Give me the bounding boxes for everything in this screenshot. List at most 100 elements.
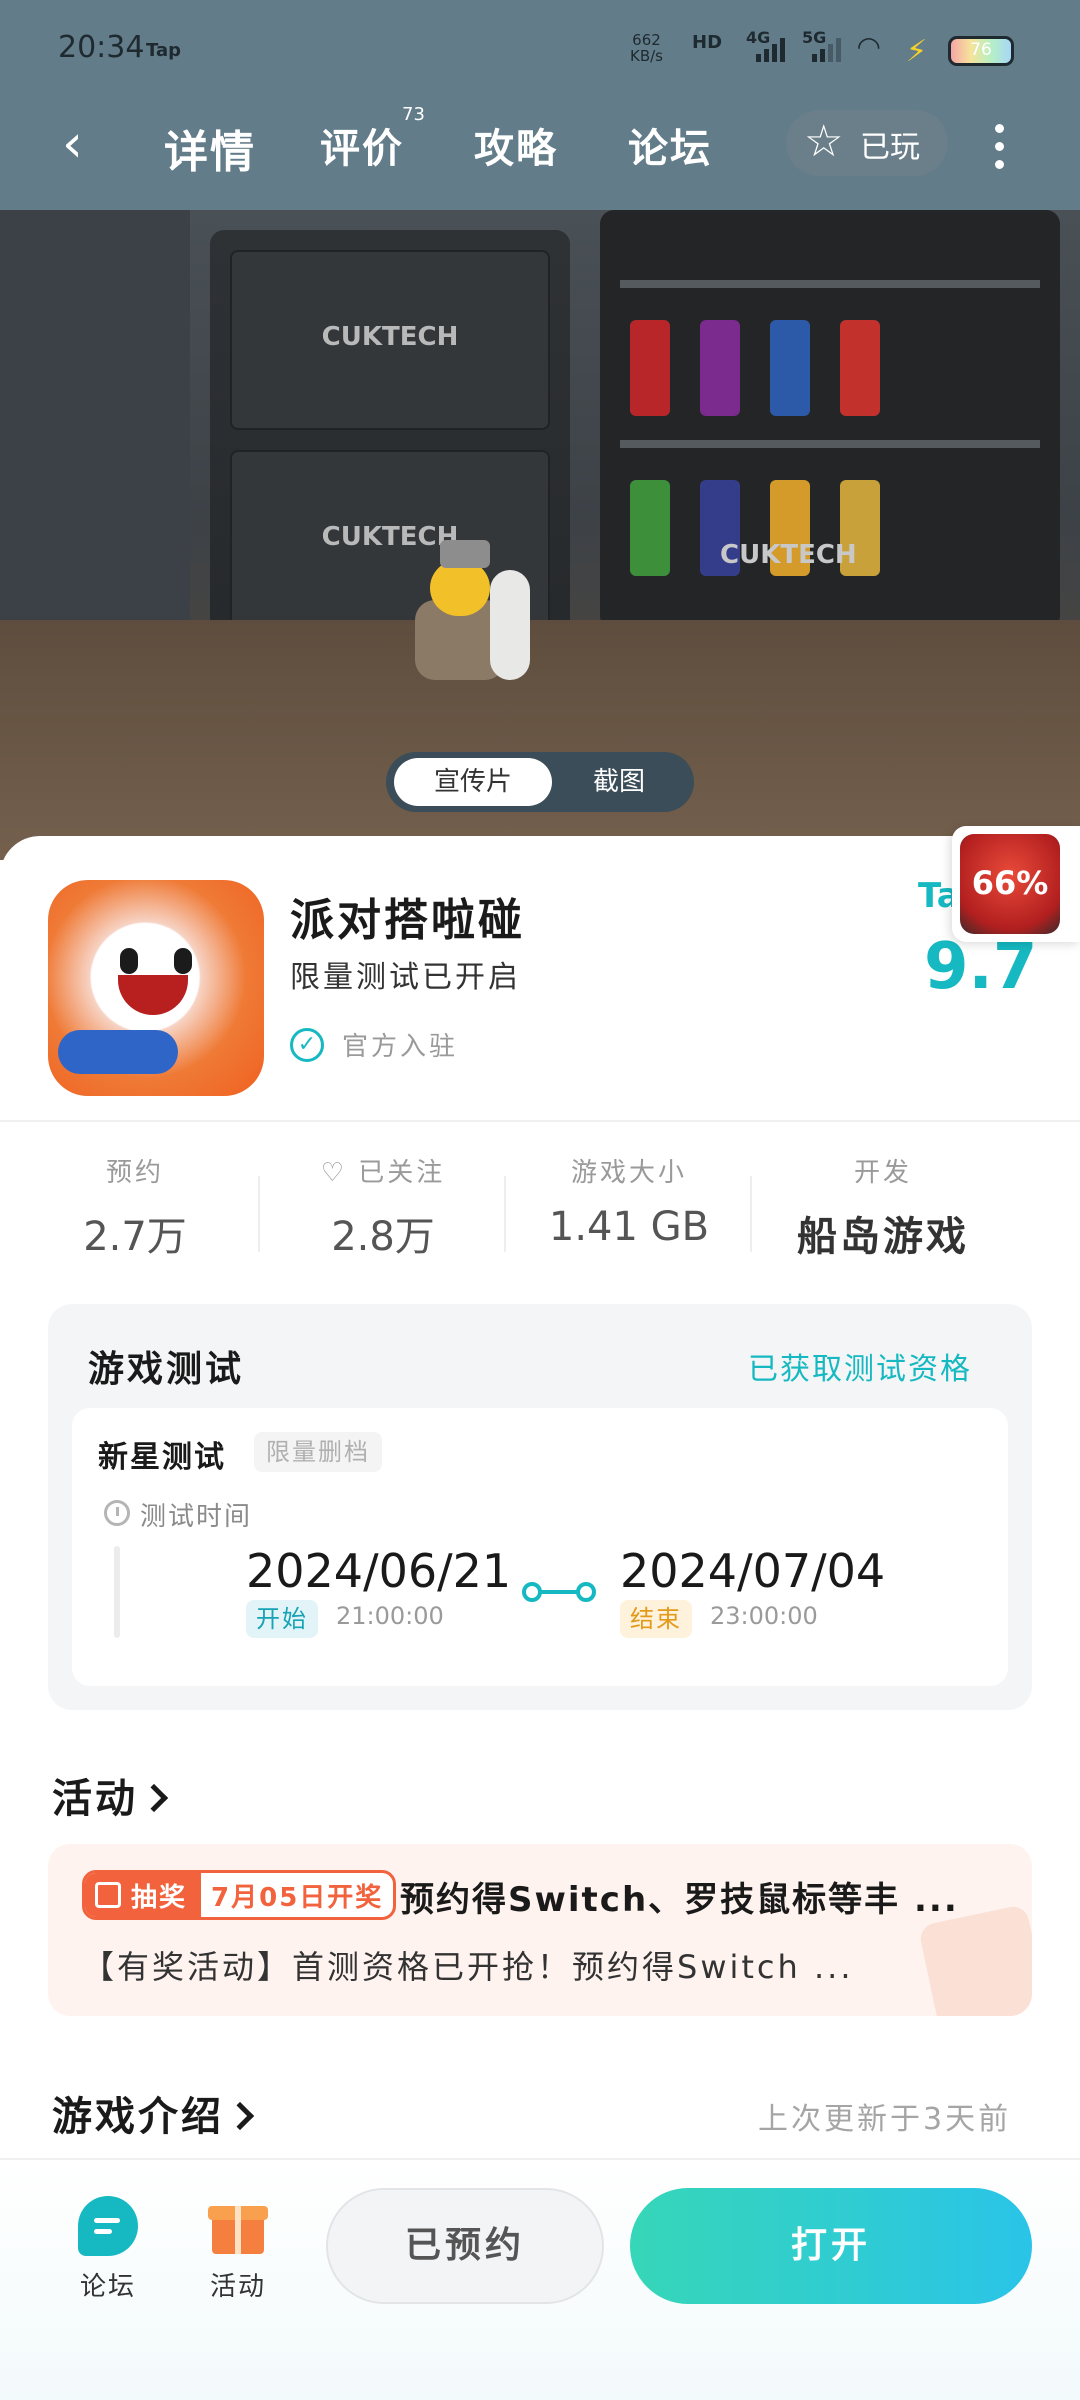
tab-details[interactable]: 详情 [164,116,256,180]
clock-icon [104,1500,130,1526]
verified-label: 官方入驻 [342,1032,459,1062]
can [630,320,670,416]
tab-forum[interactable]: 论坛 [628,116,712,174]
can [840,320,880,416]
back-arrow-icon[interactable]: ‹ [62,116,102,172]
cabinet-brand: CUKTECH [321,322,459,352]
test-time-label: 测试时间 [140,1502,253,1532]
test-qualification-link[interactable]: 已获取测试资格 [748,1344,972,1388]
duck-figurine [395,530,530,700]
test-tag: 限量删档 [254,1432,382,1472]
more-menu-icon[interactable] [984,122,1014,170]
stat-label: 开发 [853,1158,912,1188]
star-outline-icon: ☆ [804,116,844,167]
test-end-time: 23:00:00 [710,1602,818,1630]
floating-game-badge[interactable]: 66% [952,826,1080,942]
lottery-badge: 抽奖 7月05日开奖 [82,1870,397,1920]
game-test-title: 游戏测试 [88,1349,245,1390]
played-label: 已玩 [860,130,920,165]
gift-icon [95,1882,121,1908]
status-app-tap: Tap [146,40,181,61]
forum-label[interactable]: 论坛 [80,2266,136,2303]
divider [0,1120,1080,1122]
app-subtitle: 限量测试已开启 [290,960,521,995]
battery-icon: 76 [948,36,1014,66]
activity-body: 【有奖活动】首测资格已开抢！预约得Switch ... [82,1948,854,1986]
heart-outline-icon: ♡ [320,1158,359,1188]
wifi-icon: ◠ [858,30,880,63]
app-icon [48,880,264,1096]
duck-head [430,560,490,616]
stat-value: 2.7万 [83,1214,187,1260]
ghost-figure [490,570,530,680]
forum-chat-icon[interactable] [78,2196,138,2256]
test-end-date: 2024/07/04 [620,1544,886,1598]
open-button[interactable]: 打开 [630,2188,1032,2304]
activity-section-title: 活动 [52,1776,138,1822]
tab-reviews[interactable]: 评价 [320,116,404,174]
promo-video-hero[interactable]: CUKTECH CUKTECH CUKTECH 20:34 Tap 662 KB… [0,0,1080,860]
reserved-button[interactable]: 已预约 [326,2188,604,2304]
stat-separator [750,1176,752,1252]
stat-size: 游戏大小 1.41 GB [506,1154,752,1250]
verified-check-icon: ✓ [290,1028,324,1062]
timeline-bar [114,1546,120,1638]
tab-promo-video[interactable]: 宣传片 [394,758,552,806]
intro-section-title: 游戏介绍 [52,2094,224,2140]
test-start-date: 2024/06/21 [246,1544,512,1598]
icon-eye [174,948,192,974]
cabinet-drawer: CUKTECH [230,250,550,430]
start-pill: 开始 [246,1600,318,1638]
charging-icon: ⚡ [906,34,928,69]
network-speed-value: 662 [632,31,661,49]
test-name: 新星测试 [98,1440,226,1475]
stat-label: ♡ 已关注 [320,1158,446,1188]
media-toggle: 宣传片 截图 [386,752,694,812]
status-time: 20:34 [58,30,145,65]
icon-mouth [118,975,188,1015]
activity-section-header[interactable]: 活动 [52,1766,169,1824]
stat-value: 船岛游戏 [797,1214,969,1260]
tab-guides[interactable]: 攻略 [474,116,558,174]
icon-eye [120,948,138,974]
chevron-right-icon [225,2101,255,2131]
lottery-badge-left: 抽奖 [85,1873,202,1917]
app-title: 派对搭啦碰 [290,895,525,946]
hd-icon: HD [692,32,723,53]
intro-section-header[interactable]: 游戏介绍 [52,2084,255,2142]
played-button[interactable]: ☆ 已玩 [786,110,948,176]
can [770,320,810,416]
activity-headline: 预约得Switch、罗技鼠标等丰 ... [400,1880,959,1920]
fridge-shelf [620,440,1040,448]
activity-label[interactable]: 活动 [210,2266,266,2303]
stat-developer[interactable]: 开发 船岛游戏 [760,1154,1006,1262]
end-pill: 结束 [620,1600,692,1638]
battery-level: 76 [970,40,992,60]
duck-hat [440,540,490,568]
fridge-brand: CUKTECH [720,540,857,570]
network-speed-unit: KB/s [630,47,663,65]
activity-gift-icon[interactable] [208,2196,268,2256]
status-bar: 20:34 Tap 662 KB/s HD 4G 5G ◠ ⚡ 76 [0,0,1080,96]
review-count-badge: 73 [402,104,425,125]
can [700,320,740,416]
stat-label: 预约 [105,1158,164,1188]
stat-value: 1.41 GB [548,1204,710,1250]
stat-label: 游戏大小 [570,1158,687,1188]
floating-progress-text: 66% [971,864,1049,902]
stat-followers[interactable]: ♡ 已关注 2.8万 [260,1154,506,1262]
chevron-right-icon [139,1783,169,1813]
can [630,480,670,576]
date-connector-icon [522,1582,596,1602]
test-start-time: 21:00:00 [336,1602,444,1630]
fridge-shelf [620,280,1040,288]
signal-4g-icon [756,38,786,62]
hero-fridge: CUKTECH [600,210,1060,630]
last-updated: 上次更新于3天前 [758,2102,1012,2137]
tab-screenshots[interactable]: 截图 [550,758,688,806]
network-speed: 662 KB/s [630,32,663,64]
lottery-date: 7月05日开奖 [211,1882,384,1913]
top-nav: ‹ 详情 评价 73 攻略 论坛 ☆ 已玩 [0,96,1080,192]
signal-5g-icon [812,38,842,62]
stat-reservations: 预约 2.7万 [12,1154,258,1262]
